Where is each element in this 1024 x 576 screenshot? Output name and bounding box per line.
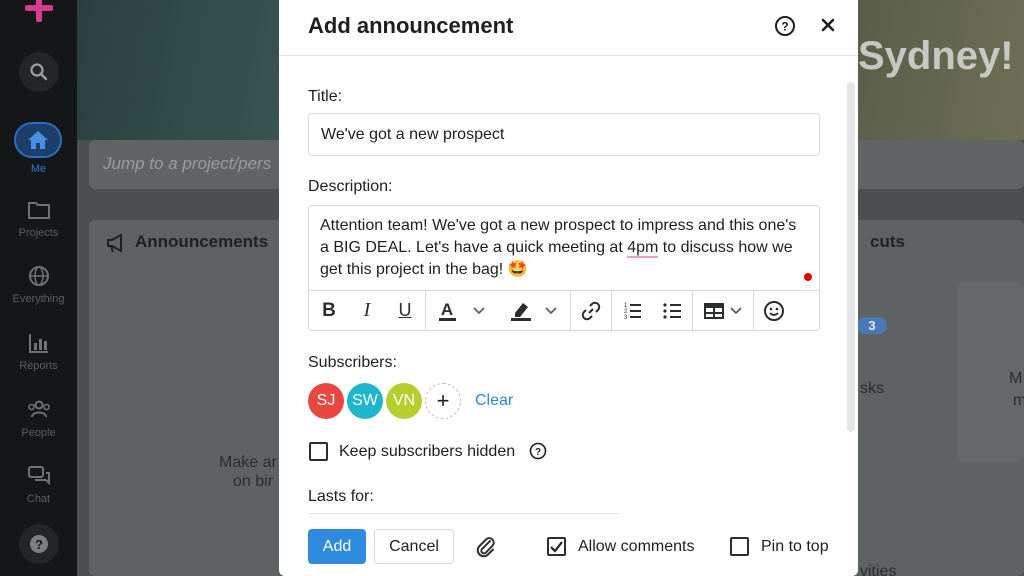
title-label: Title: — [308, 88, 343, 105]
smiley-icon — [764, 300, 784, 321]
svg-text:?: ? — [781, 20, 788, 34]
info-question-icon[interactable]: ? — [529, 442, 547, 460]
link-button[interactable] — [571, 291, 611, 331]
nav-item-reports[interactable]: Reports — [0, 330, 77, 372]
bold-button[interactable]: B — [309, 291, 349, 331]
question-icon: ? — [30, 535, 48, 553]
nav-label-me: Me — [30, 163, 47, 175]
help-circle-icon[interactable]: ? — [774, 15, 796, 37]
nav-item-projects[interactable]: Projects — [0, 197, 77, 239]
paperclip-icon[interactable] — [474, 535, 498, 559]
avatar[interactable]: SW — [347, 383, 383, 419]
dialog-header: Add announcement ? — [279, 0, 858, 56]
nav-label-reports: Reports — [19, 360, 58, 372]
underline-button[interactable]: U — [385, 291, 425, 331]
spellcheck-word: 4pm — [627, 239, 659, 258]
chevron-down-icon — [730, 306, 742, 314]
nav-item-everything[interactable]: Everything — [0, 263, 77, 305]
highlight-button[interactable] — [498, 291, 570, 331]
emoji-button[interactable] — [754, 291, 794, 331]
shortcut-tile[interactable]: M m — [957, 282, 1024, 462]
tile-text-1: M — [1009, 370, 1023, 387]
people-icon — [27, 400, 50, 418]
search-icon — [30, 63, 48, 81]
dialog-scrollbar[interactable] — [847, 82, 855, 432]
numbered-list-icon: 123 — [624, 303, 641, 321]
chevron-down-icon — [545, 306, 557, 314]
home-icon — [28, 131, 48, 149]
svg-text:?: ? — [35, 537, 43, 552]
announcements-title: Announcements — [135, 232, 269, 251]
avatar[interactable]: SJ — [308, 383, 344, 419]
pin-to-top-label: Pin to top — [761, 538, 829, 555]
nav-label-projects: Projects — [18, 227, 59, 239]
allow-comments-label: Allow comments — [578, 538, 695, 555]
svg-text:A: A — [441, 300, 453, 319]
svg-text:?: ? — [535, 447, 541, 458]
avatar[interactable]: VN — [386, 383, 422, 419]
keep-hidden-checkbox[interactable] — [309, 442, 328, 461]
highlighter-icon — [511, 302, 531, 321]
add-subscriber-button[interactable]: + — [425, 383, 461, 419]
announcements-note-line2: on bir — [233, 473, 274, 490]
allow-comments-checkbox[interactable] — [547, 537, 566, 556]
formatting-toolbar: B I U A 123 — [309, 290, 819, 331]
left-nav: Me Projects Everything Reports People Ch… — [0, 0, 77, 576]
announcements-note-line1: Make ar — [219, 454, 277, 471]
nav-label-everything: Everything — [12, 293, 65, 305]
status-dot — [804, 273, 812, 281]
add-button[interactable]: Add — [308, 529, 366, 564]
megaphone-icon — [107, 233, 122, 253]
announcements-empty-note: Make ar on bir — [219, 453, 277, 491]
lasts-for-label: Lasts for: — [308, 488, 374, 505]
lasts-for-divider — [308, 513, 619, 514]
tile-text-2: m — [1013, 392, 1024, 409]
cancel-button[interactable]: Cancel — [374, 529, 454, 564]
svg-text:3: 3 — [624, 315, 628, 321]
title-input[interactable] — [308, 113, 820, 156]
activities-label: vities — [860, 563, 897, 576]
italic-button[interactable]: I — [349, 291, 385, 331]
bar-chart-icon — [28, 334, 48, 353]
pin-to-top-checkbox[interactable] — [730, 537, 749, 556]
nav-label-chat: Chat — [26, 493, 51, 505]
shortcuts-title: cuts — [870, 232, 905, 251]
chat-icon — [27, 466, 50, 486]
description-label: Description: — [308, 178, 393, 195]
nav-label-people: People — [21, 427, 56, 439]
chevron-down-icon — [473, 306, 485, 314]
search-button[interactable] — [19, 52, 59, 92]
subscribers-label: Subscribers: — [308, 354, 397, 371]
link-icon — [581, 301, 601, 320]
nav-item-people[interactable]: People — [0, 397, 77, 439]
bullet-list-button[interactable] — [652, 291, 692, 331]
nav-item-me[interactable] — [14, 122, 62, 158]
description-text[interactable]: Attention team! We've got a new prospect… — [320, 215, 808, 281]
table-icon — [704, 302, 724, 319]
greeting-city: Sydney! — [858, 34, 1014, 78]
dialog-title: Add announcement — [308, 13, 514, 38]
subscriber-list: SJ SW VN + Clear — [308, 383, 513, 419]
description-editor[interactable]: Attention team! We've got a new prospect… — [308, 205, 820, 331]
close-icon — [821, 18, 835, 32]
text-color-button[interactable]: A — [426, 291, 498, 331]
text-color-icon: A — [439, 300, 456, 321]
numbered-list-button[interactable]: 123 — [612, 291, 652, 331]
add-announcement-dialog: Add announcement ? Title: Description: A… — [279, 0, 858, 576]
close-button[interactable] — [817, 14, 839, 36]
task-count-badge: 3 — [857, 317, 887, 334]
clear-subscribers-link[interactable]: Clear — [475, 392, 513, 410]
folder-icon — [27, 202, 50, 219]
nav-item-chat[interactable]: Chat — [0, 463, 77, 505]
keep-hidden-label: Keep subscribers hidden — [339, 443, 516, 460]
create-plus-icon[interactable] — [25, 0, 53, 22]
tasks-label: sks — [860, 380, 884, 397]
table-button[interactable] — [693, 291, 753, 331]
bullet-list-icon — [663, 302, 681, 319]
help-button[interactable]: ? — [19, 524, 59, 564]
globe-icon — [28, 266, 49, 286]
checkmark-icon — [550, 541, 563, 553]
